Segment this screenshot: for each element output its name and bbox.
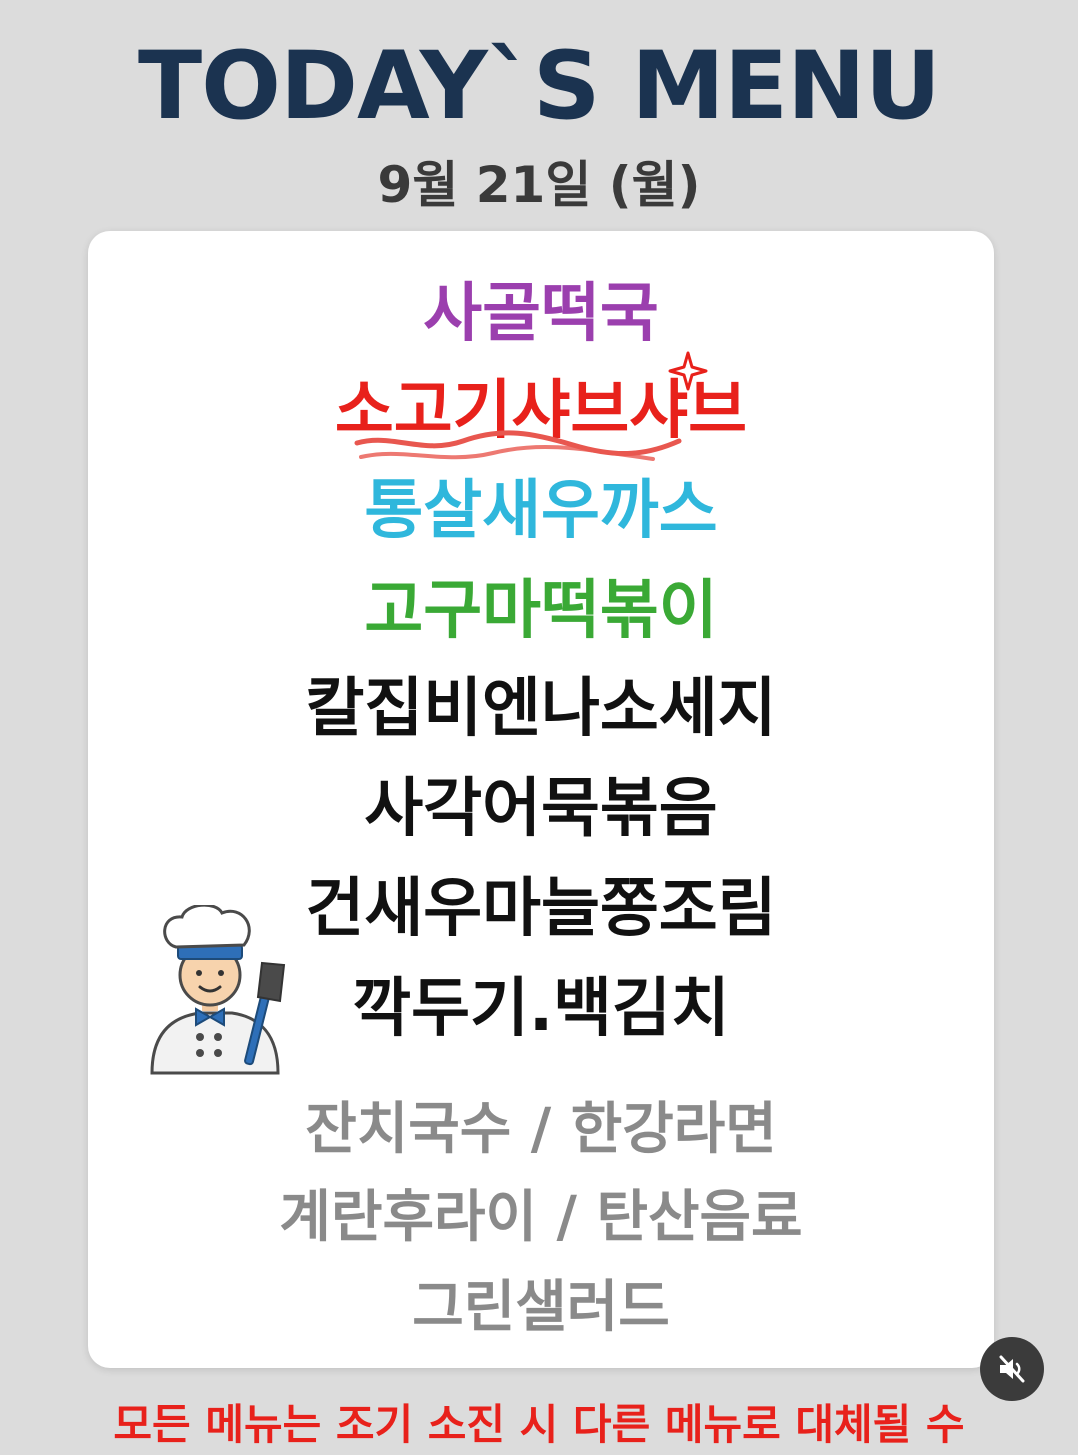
menu-item-main-4: 고구마떡볶이 bbox=[364, 574, 718, 648]
highlight-squiggle-icon bbox=[354, 430, 682, 461]
menu-date: 9월 21일 (월) bbox=[377, 156, 701, 214]
menu-card: 사골떡국 소고기샤브샤브 통살새우까스 고구마떡볶이 칼집비엔나소세지 사각어묵… bbox=[88, 231, 994, 1368]
menu-item-side-2: 계란후라이 / 탄산음료 bbox=[279, 1185, 803, 1250]
speaker-muted-icon bbox=[999, 1355, 1025, 1383]
menu-item-side-1: 잔치국수 / 한강라면 bbox=[305, 1097, 777, 1162]
chef-illustration-icon bbox=[150, 905, 286, 1075]
menu-item-main-5: 칼집비엔나소세지 bbox=[305, 672, 777, 746]
mute-button[interactable] bbox=[980, 1337, 1044, 1401]
sparkle-icon bbox=[668, 351, 708, 391]
menu-item-main-3: 통살새우까스 bbox=[364, 474, 718, 548]
notice-text: 모든 메뉴는 조기 소진 시 다른 메뉴로 대체될 수 bbox=[113, 1400, 965, 1449]
menu-item-side-3: 그린샐러드 bbox=[412, 1275, 670, 1340]
menu-item-main-6: 사각어묵볶음 bbox=[364, 772, 718, 846]
menu-item-main-1: 사골떡국 bbox=[423, 277, 659, 351]
page-title: TODAY`S MENU bbox=[137, 32, 941, 141]
